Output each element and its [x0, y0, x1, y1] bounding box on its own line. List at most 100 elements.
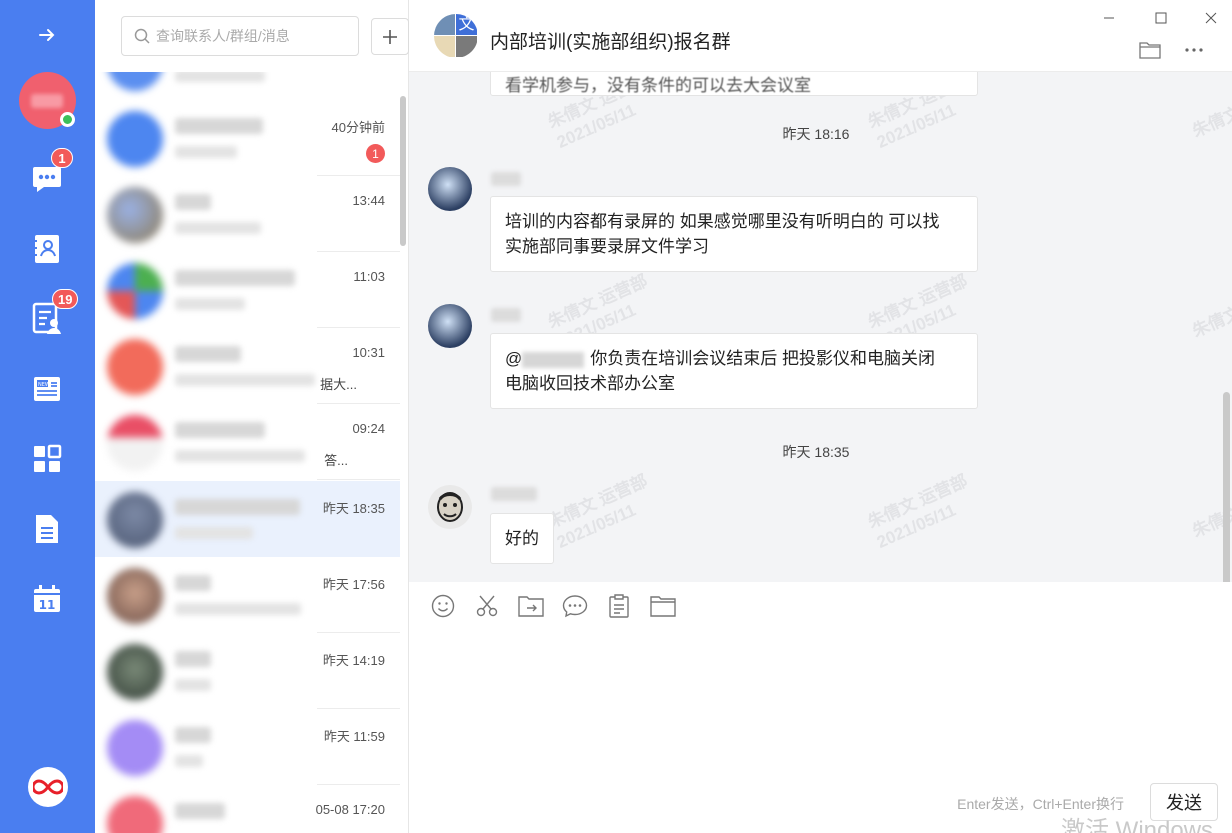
loop-logo-icon — [33, 779, 63, 795]
conversation-time: 11:03 — [353, 269, 385, 284]
sender-avatar[interactable] — [428, 304, 472, 348]
preview-blurred — [175, 603, 301, 615]
contacts-icon — [33, 235, 59, 263]
message-bubble[interactable]: 培训的内容都有录屏的 如果感觉哪里没有听明白的 可以找 实施部同事要录屏文件学习 — [490, 196, 978, 272]
conversation-item[interactable]: 昨天 17:56 — [95, 557, 400, 633]
chat-header: 文 内部培训(实施部组织)报名群 — [409, 0, 1232, 72]
mention-name-blurred — [522, 351, 585, 368]
avatar — [107, 568, 163, 624]
folder-icon — [1139, 42, 1161, 59]
avatar — [107, 415, 163, 471]
chat-window: 文 内部培训(实施部组织)报名群 朱倩文 运营部 2021/05/11 朱倩文 … — [409, 0, 1232, 833]
contact-name-blurred — [175, 194, 211, 210]
news-nav-item[interactable]: NEW — [24, 366, 70, 412]
expand-arrow-icon[interactable] — [24, 12, 70, 58]
message-bubble[interactable]: 好的 — [490, 513, 554, 564]
contact-name-blurred — [175, 422, 265, 438]
more-dots-icon — [1185, 48, 1203, 52]
conversation-time: 10:31 — [352, 345, 385, 360]
unread-count: 1 — [366, 144, 385, 163]
conversation-time: 05-08 17:20 — [315, 802, 385, 817]
docs-nav-item[interactable] — [24, 506, 70, 552]
minimize-button[interactable] — [1097, 8, 1121, 28]
avatar — [107, 492, 163, 548]
close-icon — [1205, 12, 1217, 24]
folder-icon — [650, 596, 676, 617]
svg-text:NEW: NEW — [38, 382, 50, 388]
contact-name-blurred — [175, 270, 295, 286]
contact-name-blurred — [175, 651, 211, 667]
chat-scrollbar[interactable] — [1223, 392, 1230, 582]
folder-button[interactable] — [649, 592, 677, 620]
search-input[interactable] — [156, 28, 346, 44]
message-bubble[interactable]: 看学机参与，没有条件的可以去大会议室 — [490, 72, 978, 96]
conversation-snippet: 据大... — [320, 377, 357, 392]
sender-avatar[interactable] — [428, 167, 472, 211]
plus-icon — [383, 29, 397, 44]
chat-bubble-icon — [33, 167, 61, 192]
conversation-item[interactable]: 09:24 答... — [95, 404, 400, 480]
sender-avatar[interactable] — [428, 485, 472, 529]
chat-unread-badge: 1 — [51, 148, 73, 168]
conversation-item-active[interactable]: 昨天 18:35 — [95, 481, 400, 557]
conversation-panel: 40分钟前 1 13:44 11:03 10:31 据大... — [95, 0, 409, 833]
message-area[interactable]: 朱倩文 运营部 2021/05/11 朱倩文 运营部 2021/05/11 朱倩… — [409, 72, 1232, 582]
document-icon — [36, 515, 58, 543]
notes-button[interactable] — [605, 592, 633, 620]
sender-name-blurred — [491, 487, 537, 501]
preview-blurred — [175, 755, 203, 767]
avatar — [107, 111, 163, 167]
timestamp: 昨天 18:35 — [782, 444, 850, 460]
group-avatar[interactable]: 文 — [434, 14, 478, 58]
files-button[interactable] — [1138, 40, 1162, 60]
news-icon: NEW — [34, 377, 60, 401]
calendar-nav-item[interactable]: 11 — [24, 576, 70, 622]
conversation-item[interactable]: 11:03 — [95, 252, 400, 328]
contacts-nav-item[interactable] — [24, 226, 70, 272]
add-button[interactable] — [371, 18, 409, 55]
more-button[interactable] — [1182, 40, 1206, 60]
search-box[interactable] — [121, 16, 359, 56]
conversation-item[interactable]: 昨天 14:19 — [95, 633, 400, 709]
timestamp: 昨天 18:16 — [782, 126, 850, 142]
screenshot-button[interactable] — [473, 592, 501, 620]
conversation-snippet: 答... — [324, 453, 348, 468]
app-logo[interactable] — [28, 767, 68, 807]
preview-blurred — [175, 298, 245, 310]
online-status-dot — [60, 112, 75, 127]
watermark: 朱倩文 运营部 2021/05/11 — [545, 471, 651, 552]
conversation-item[interactable]: 05-08 17:20 — [95, 785, 400, 833]
list-scrollbar[interactable] — [400, 96, 406, 246]
conversation-time: 09:24 — [352, 421, 385, 436]
preview-blurred — [175, 679, 211, 691]
preview-blurred — [175, 222, 261, 234]
preview-blurred — [175, 146, 237, 158]
conversation-item[interactable]: 昨天 11:59 — [95, 709, 400, 785]
conversation-item[interactable]: 40分钟前 1 — [95, 100, 400, 176]
emoji-button[interactable] — [429, 592, 457, 620]
close-button[interactable] — [1199, 8, 1223, 28]
send-file-button[interactable] — [517, 592, 545, 620]
contact-name-blurred — [175, 499, 300, 515]
windows-activation-watermark: 激活 Windows — [1061, 817, 1214, 833]
apps-grid-icon — [34, 444, 62, 472]
minimize-icon — [1104, 17, 1114, 19]
preview-blurred — [175, 374, 315, 386]
contact-name-blurred — [175, 727, 211, 743]
emoji-icon — [431, 594, 455, 618]
svg-text:11: 11 — [39, 598, 56, 612]
conversation-item[interactable] — [95, 72, 400, 100]
conversation-time: 昨天 17:56 — [322, 577, 385, 592]
avatar — [107, 720, 163, 776]
watermark: 朱倩文 运营部 2021/05/11 — [865, 471, 971, 552]
maximize-button[interactable] — [1149, 8, 1173, 28]
apps-nav-item[interactable] — [24, 436, 70, 482]
conversation-item[interactable]: 13:44 — [95, 176, 400, 252]
conversation-time: 13:44 — [352, 193, 385, 208]
quick-reply-button[interactable] — [561, 592, 589, 620]
message-bubble[interactable]: @ 你负责在培训会议结束后 把投影仪和电脑关闭 电脑收回技术部办公室 — [490, 333, 978, 409]
conversation-item[interactable]: 10:31 据大... — [95, 328, 400, 404]
scissors-icon — [476, 595, 498, 617]
approval-badge: 19 — [52, 289, 79, 309]
conversation-list[interactable]: 40分钟前 1 13:44 11:03 10:31 据大... 09:24 答.… — [95, 72, 400, 833]
